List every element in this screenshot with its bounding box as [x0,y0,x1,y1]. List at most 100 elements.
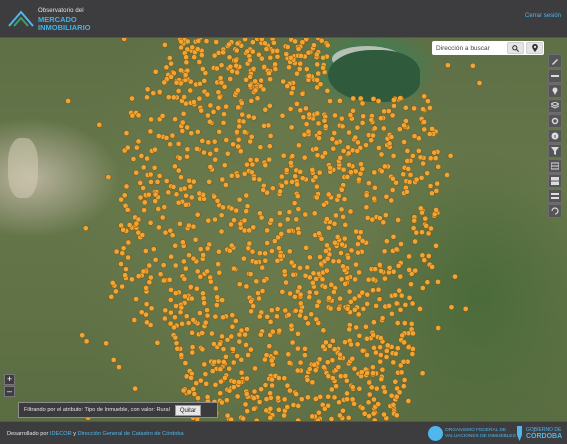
property-marker[interactable] [182,360,189,366]
property-marker[interactable] [401,320,408,326]
property-marker[interactable] [306,289,313,296]
property-marker[interactable] [297,107,304,114]
property-marker[interactable] [363,142,369,148]
property-marker[interactable] [199,346,206,353]
property-marker[interactable] [179,128,186,134]
property-marker[interactable] [217,341,223,347]
property-marker[interactable] [370,364,376,371]
property-marker[interactable] [392,292,399,298]
property-marker[interactable] [342,222,349,228]
property-marker[interactable] [433,242,439,249]
property-marker[interactable] [372,184,378,191]
property-marker[interactable] [359,100,366,107]
property-marker[interactable] [200,252,207,258]
property-marker[interactable] [292,38,298,45]
property-marker[interactable] [380,125,387,132]
property-marker[interactable] [163,178,170,184]
property-marker[interactable] [295,403,302,409]
property-marker[interactable] [178,38,185,45]
property-marker[interactable] [401,122,407,129]
property-marker[interactable] [297,60,304,67]
property-marker[interactable] [181,185,188,192]
property-marker[interactable] [432,155,439,162]
property-marker[interactable] [356,332,363,339]
property-marker[interactable] [322,123,329,130]
property-marker[interactable] [321,201,327,208]
property-marker[interactable] [262,382,269,388]
property-marker[interactable] [168,60,174,67]
property-marker[interactable] [397,273,404,280]
property-marker[interactable] [178,174,184,181]
property-marker[interactable] [312,396,319,402]
property-marker[interactable] [205,139,212,146]
property-marker[interactable] [154,339,161,346]
property-marker[interactable] [353,228,359,235]
property-marker[interactable] [152,256,159,263]
property-marker[interactable] [363,192,370,199]
property-marker[interactable] [314,110,321,117]
property-marker[interactable] [269,248,275,254]
property-marker[interactable] [289,153,296,159]
property-marker[interactable] [366,379,373,386]
property-marker[interactable] [268,357,275,364]
property-marker[interactable] [359,166,366,172]
property-marker[interactable] [345,254,352,261]
property-marker[interactable] [234,69,241,76]
property-marker[interactable] [418,175,425,181]
property-marker[interactable] [253,259,259,266]
property-marker[interactable] [281,268,288,275]
property-marker[interactable] [162,42,168,48]
property-marker[interactable] [343,377,350,384]
property-marker[interactable] [250,39,256,46]
property-marker[interactable] [184,146,191,153]
property-marker[interactable] [364,370,371,376]
property-marker[interactable] [170,184,177,190]
property-marker[interactable] [286,248,293,255]
property-marker[interactable] [411,105,417,112]
toolbar-button-location-marker[interactable] [548,84,562,98]
property-marker[interactable] [110,357,117,363]
property-marker[interactable] [378,168,385,175]
property-marker[interactable] [415,148,422,154]
property-marker[interactable] [346,129,352,136]
property-marker[interactable] [278,173,285,180]
property-marker[interactable] [309,379,316,386]
property-marker[interactable] [448,304,455,311]
property-marker[interactable] [298,396,305,403]
property-marker[interactable] [323,248,329,254]
property-marker[interactable] [410,330,416,337]
property-marker[interactable] [396,389,403,396]
property-marker[interactable] [257,144,264,151]
property-marker[interactable] [288,159,294,166]
property-marker[interactable] [250,114,257,121]
property-marker[interactable] [194,268,201,275]
property-marker[interactable] [256,313,263,320]
property-marker[interactable] [346,162,353,168]
property-marker[interactable] [234,393,241,400]
property-marker[interactable] [325,373,332,380]
property-marker[interactable] [218,79,225,86]
property-marker[interactable] [417,205,424,212]
property-marker[interactable] [373,349,379,356]
property-marker[interactable] [276,327,283,334]
property-marker[interactable] [372,266,379,272]
property-marker[interactable] [163,135,170,141]
property-marker[interactable] [401,339,407,346]
property-marker[interactable] [197,246,204,252]
property-marker[interactable] [371,319,377,326]
property-marker[interactable] [284,44,291,50]
property-marker[interactable] [231,384,237,390]
property-marker[interactable] [365,276,372,283]
property-marker[interactable] [267,319,274,325]
property-marker[interactable] [370,276,377,283]
property-marker[interactable] [406,253,412,260]
property-marker[interactable] [274,257,281,264]
property-marker[interactable] [303,66,310,72]
property-marker[interactable] [324,42,331,49]
property-marker[interactable] [204,268,210,275]
property-marker[interactable] [324,255,331,262]
property-marker[interactable] [154,179,161,185]
property-marker[interactable] [299,90,306,97]
property-marker[interactable] [175,199,182,206]
property-marker[interactable] [355,241,361,247]
